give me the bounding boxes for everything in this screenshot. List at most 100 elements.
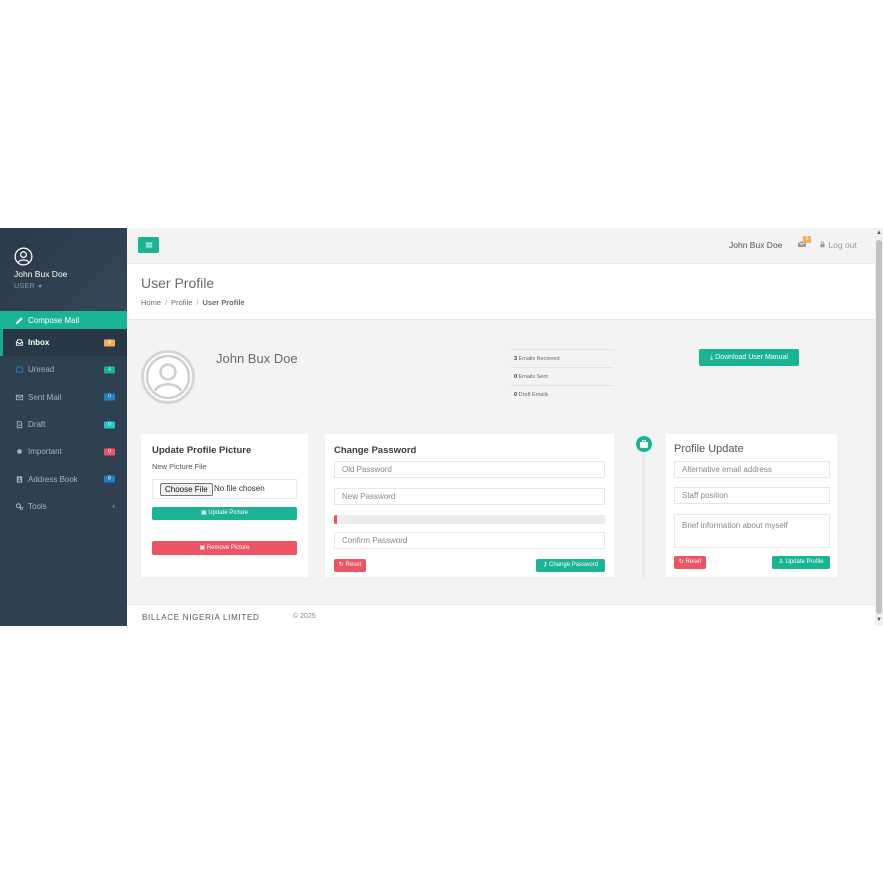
staff-position-input[interactable]: Staff position xyxy=(674,487,830,504)
unread-count-badge: 3 xyxy=(104,366,115,374)
sidebar-item-inbox[interactable]: Inbox 3 xyxy=(0,329,127,357)
menu-toggle-button[interactable] xyxy=(138,237,159,253)
update-picture-button[interactable]: ▣ Update Picture xyxy=(152,507,297,520)
app-window: John Bux Doe USER Compose Mail Inbox 3 U… xyxy=(0,228,883,626)
sidebar-nav: Compose Mail Inbox 3 Unread 3 Sent Mail … xyxy=(0,311,127,520)
refresh-icon: ↻ xyxy=(338,562,344,568)
breadcrumb-profile[interactable]: Profile xyxy=(171,298,192,307)
inbox-icon xyxy=(15,339,24,346)
profile-update-title: Profile Update xyxy=(674,443,744,455)
mail-count-badge: 3 xyxy=(803,236,811,243)
email-stats: 3 Emails Recieved 0 Emails Sent 0 Draft … xyxy=(511,349,614,403)
stat-value: 0 xyxy=(514,374,518,380)
sidebar-role-dropdown[interactable]: USER xyxy=(14,281,42,290)
update-picture-card: Update Profile Picture New Picture File … xyxy=(141,434,308,577)
reset-password-button[interactable]: ↻ Reset xyxy=(334,559,366,572)
update-picture-label: Update Picture xyxy=(208,510,249,516)
profile-update-card: Profile Update Alternative email address… xyxy=(666,434,837,577)
sent-count-badge: 0 xyxy=(104,393,115,401)
sidebar-item-important[interactable]: Important 0 xyxy=(0,438,127,465)
user-icon: ♙ xyxy=(778,559,784,565)
stat-row: 0 Emails Sent xyxy=(511,367,614,385)
confirm-password-input[interactable]: Confirm Password xyxy=(334,532,605,549)
new-password-input[interactable]: New Password xyxy=(334,488,605,505)
footer-company: BILLACE NIGERIA LIMITED xyxy=(142,613,260,622)
inbox-count-badge: 3 xyxy=(104,339,115,347)
change-password-title: Change Password xyxy=(334,445,417,456)
footer-copyright: © 2025 xyxy=(293,613,316,620)
old-password-input[interactable]: Old Password xyxy=(334,461,605,478)
image-icon: ▣ xyxy=(199,545,206,551)
update-profile-button[interactable]: ♙ Update Profile xyxy=(772,556,830,569)
sidebar-username[interactable]: John Bux Doe xyxy=(14,269,67,279)
alternative-email-input[interactable]: Alternative email address xyxy=(674,461,830,478)
sidebar-item-label: Draft xyxy=(28,420,46,430)
scroll-down-arrow-icon[interactable]: ▼ xyxy=(876,617,882,623)
dot-icon xyxy=(17,449,22,455)
breadcrumb-current: User Profile xyxy=(202,298,245,307)
lock-icon xyxy=(820,241,825,248)
choose-file-button[interactable]: Choose File xyxy=(160,483,213,496)
page-heading: User Profile Home / Profile / User Profile xyxy=(127,264,875,320)
address-book-icon xyxy=(16,475,23,483)
change-password-label: Change Password xyxy=(549,562,599,568)
logout-label: Log out xyxy=(828,240,857,250)
profile-name: John Bux Doe xyxy=(216,351,298,366)
download-manual-button[interactable]: ⤓ Download User Manual xyxy=(699,349,799,366)
footer: BILLACE NIGERIA LIMITED © 2025 xyxy=(127,604,875,626)
stat-row: 0 Draft Emails xyxy=(511,385,614,403)
sidebar: John Bux Doe USER Compose Mail Inbox 3 U… xyxy=(0,228,127,626)
sidebar-item-unread[interactable]: Unread 3 xyxy=(0,356,127,383)
remove-picture-button[interactable]: ▣ Remove Picture xyxy=(152,541,297,555)
scroll-up-arrow-icon[interactable]: ▲ xyxy=(876,230,882,236)
picture-file-input[interactable]: Choose File No file chosen xyxy=(152,479,297,499)
file-label: New Picture File xyxy=(152,462,207,471)
sidebar-item-label: Sent Mail xyxy=(28,392,62,402)
scroll-thumb[interactable] xyxy=(876,240,882,614)
sidebar-item-draft[interactable]: Draft 0 xyxy=(0,411,127,438)
sidebar-profile-header: John Bux Doe USER xyxy=(0,228,127,311)
stat-value: 3 xyxy=(514,356,518,362)
chevron-left-icon: ‹ xyxy=(112,501,115,511)
important-count-badge: 0 xyxy=(104,448,115,456)
reset-label: Reset xyxy=(345,562,362,568)
file-status: No file chosen xyxy=(214,484,265,493)
stat-value: 0 xyxy=(514,392,518,398)
sidebar-item-label: Inbox xyxy=(28,338,50,348)
sidebar-item-label: Address Book xyxy=(28,474,78,484)
breadcrumb-separator: / xyxy=(196,298,199,307)
user-avatar-icon xyxy=(145,354,191,400)
page-scrollbar[interactable]: ▲ ▼ xyxy=(875,228,883,626)
sidebar-item-label: Tools xyxy=(28,501,47,511)
download-icon: ⤓ xyxy=(710,354,714,361)
sidebar-item-address-book[interactable]: Address Book 8 xyxy=(0,465,127,492)
refresh-icon: ↻ xyxy=(678,559,684,565)
breadcrumb-home[interactable]: Home xyxy=(141,298,161,307)
logout-link[interactable]: Log out xyxy=(819,240,857,250)
draft-count-badge: 0 xyxy=(104,421,115,429)
change-password-button[interactable]: ⚷ Change Password xyxy=(536,559,605,572)
key-icon: ⚷ xyxy=(542,562,548,568)
download-button-label: Download User Manual xyxy=(715,354,788,361)
profile-avatar xyxy=(141,350,195,404)
briefcase-icon xyxy=(634,434,654,454)
sidebar-item-label: Important xyxy=(28,447,62,457)
cogs-icon xyxy=(15,503,24,510)
stat-row: 3 Emails Recieved xyxy=(511,349,614,367)
bio-textarea[interactable]: Brief information about myself xyxy=(674,514,830,548)
address-book-count-badge: 8 xyxy=(104,475,115,483)
remove-picture-label: Remove Picture xyxy=(206,545,250,551)
sidebar-item-sent-mail[interactable]: Sent Mail 0 xyxy=(0,384,127,411)
reset-profile-button[interactable]: ↻ Reset xyxy=(674,556,706,569)
compose-mail-button[interactable]: Compose Mail xyxy=(0,311,127,329)
stat-label: Emails Recieved xyxy=(518,356,560,362)
hamburger-icon xyxy=(145,242,152,248)
password-strength-meter xyxy=(334,515,605,524)
compose-mail-label: Compose Mail xyxy=(28,315,80,325)
sidebar-item-tools[interactable]: Tools ‹ xyxy=(0,493,127,520)
breadcrumb-separator: / xyxy=(165,298,168,307)
user-avatar-icon[interactable] xyxy=(14,247,33,266)
file-icon xyxy=(16,420,23,429)
envelope-icon xyxy=(15,394,24,400)
update-profile-label: Update Profile xyxy=(785,559,824,565)
